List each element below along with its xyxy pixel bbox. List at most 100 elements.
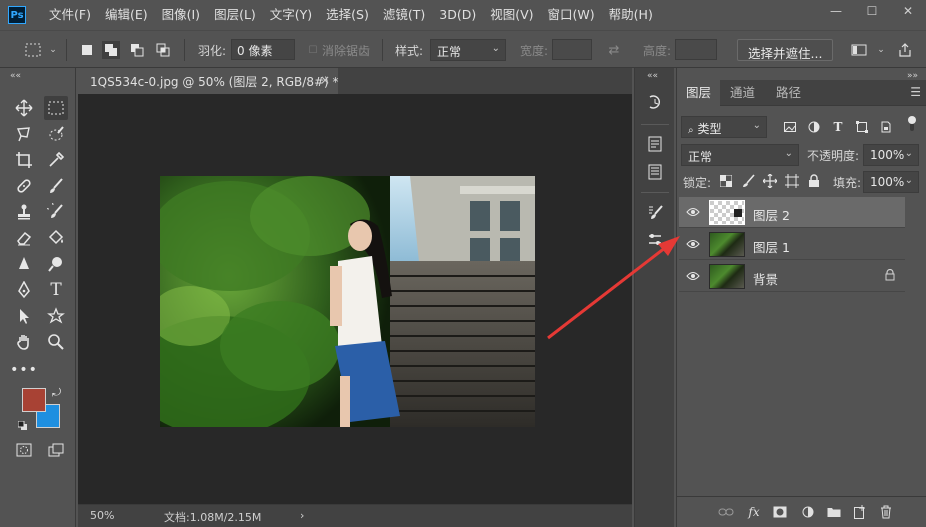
lock-position-icon[interactable] [761, 172, 779, 190]
workspace-chevron-icon[interactable]: ⌄ [872, 41, 890, 59]
screen-mode-icon[interactable] [44, 438, 68, 462]
new-group-icon[interactable] [825, 503, 843, 521]
document-image[interactable] [160, 176, 535, 427]
rect-marquee-tool-icon[interactable] [44, 96, 68, 120]
menu-file[interactable]: 文件(F) [42, 0, 98, 30]
menu-layer[interactable]: 图层(L) [207, 0, 263, 30]
height-input[interactable] [675, 39, 717, 60]
layer-name[interactable]: 图层 2 [753, 205, 790, 224]
filter-type-icon[interactable]: T [829, 118, 847, 136]
intersect-selection-icon[interactable] [154, 41, 172, 59]
adjustments-panel-icon[interactable] [643, 228, 667, 252]
expand-panels-icon[interactable]: «« [647, 71, 658, 81]
crop-tool-icon[interactable] [12, 148, 36, 172]
layer-filter-select[interactable]: ⌕ 类型 ⌄ [681, 116, 767, 138]
new-adjustment-layer-icon[interactable] [799, 503, 817, 521]
fill-input[interactable]: 100% ⌄ [863, 171, 919, 193]
status-menu-arrow[interactable]: › [300, 509, 304, 522]
preset-chevron-icon[interactable]: ⌄ [44, 41, 62, 59]
tab-channels[interactable]: 通道 [721, 80, 764, 106]
type-tool-icon[interactable]: T [44, 278, 68, 302]
add-to-selection-icon[interactable] [102, 41, 120, 59]
layer-style-icon[interactable]: fx [745, 503, 763, 521]
filter-pixel-icon[interactable] [781, 118, 799, 136]
menu-window[interactable]: 窗口(W) [541, 0, 602, 30]
layer-row-layer2[interactable]: 图层 2 [679, 197, 905, 228]
path-select-tool-icon[interactable] [12, 304, 36, 328]
close-tab-icon[interactable]: × [320, 73, 330, 87]
move-tool-icon[interactable] [12, 96, 36, 120]
opacity-input[interactable]: 100% ⌄ [863, 144, 919, 166]
subtract-selection-icon[interactable] [128, 41, 146, 59]
collapse-toolbar-icon[interactable]: «« [10, 71, 21, 81]
close-button[interactable]: ✕ [890, 0, 926, 22]
properties-panel-icon[interactable] [643, 132, 667, 156]
blend-mode-select[interactable]: 正常 ⌄ [681, 144, 799, 166]
healing-brush-tool-icon[interactable] [12, 174, 36, 198]
rect-marquee-preset-icon[interactable] [24, 41, 42, 59]
zoom-tool-icon[interactable] [44, 330, 68, 354]
menu-view[interactable]: 视图(V) [483, 0, 540, 30]
eyedropper-tool-icon[interactable] [44, 148, 68, 172]
foreground-color-swatch[interactable] [22, 388, 46, 412]
layer-row-background[interactable]: 背景 [679, 261, 905, 292]
pen-tool-icon[interactable] [12, 278, 36, 302]
swap-dimensions-icon[interactable]: ⇄ [605, 41, 623, 59]
visibility-eye-icon[interactable] [685, 269, 701, 283]
filter-adjustment-icon[interactable] [805, 118, 823, 136]
hand-tool-icon[interactable] [12, 330, 36, 354]
libraries-panel-icon[interactable] [643, 160, 667, 184]
visibility-eye-icon[interactable] [685, 205, 701, 219]
zoom-level[interactable]: 50% [90, 509, 114, 522]
minimize-button[interactable]: — [818, 0, 854, 22]
select-and-mask-button[interactable]: 选择并遮住... [737, 39, 834, 61]
width-input[interactable] [552, 39, 592, 60]
workspace-icon[interactable] [850, 41, 868, 59]
filter-toggle[interactable] [907, 115, 917, 133]
lock-all-icon[interactable] [805, 172, 823, 190]
clone-stamp-tool-icon[interactable] [12, 200, 36, 224]
panel-menu-icon[interactable]: ☰ [910, 85, 921, 99]
style-select[interactable]: 正常 ⌄ [430, 39, 506, 61]
layer-row-layer1[interactable]: 图层 1 [679, 229, 905, 260]
quick-select-tool-icon[interactable] [44, 122, 68, 146]
share-icon[interactable] [896, 41, 914, 59]
eraser-tool-icon[interactable] [12, 226, 36, 250]
feather-input[interactable]: 0 像素 [231, 39, 295, 60]
lock-image-pixels-icon[interactable] [739, 172, 757, 190]
document-tab[interactable]: 1QS534c-0.jpg @ 50% (图层 2, RGB/8#) * × [78, 68, 339, 94]
layer-name[interactable]: 图层 1 [753, 237, 790, 256]
link-layers-icon[interactable] [717, 503, 735, 521]
layer-name[interactable]: 背景 [753, 269, 778, 288]
history-panel-icon[interactable] [643, 90, 667, 114]
brush-tool-icon[interactable] [44, 174, 68, 198]
default-colors-icon[interactable] [17, 420, 28, 430]
menu-3d[interactable]: 3D(D) [432, 0, 483, 30]
brush-settings-icon[interactable] [643, 200, 667, 224]
menu-edit[interactable]: 编辑(E) [98, 0, 155, 30]
filter-smart-object-icon[interactable] [877, 118, 895, 136]
filter-shape-icon[interactable] [853, 118, 871, 136]
quick-mask-icon[interactable] [12, 438, 36, 462]
lock-transparent-pixels-icon[interactable] [717, 172, 735, 190]
more-tools-icon[interactable]: ••• [10, 358, 37, 382]
lasso-tool-icon[interactable] [12, 122, 36, 146]
tab-paths[interactable]: 路径 [767, 80, 810, 106]
visibility-eye-icon[interactable] [685, 237, 701, 251]
lock-artboard-icon[interactable] [783, 172, 801, 190]
swap-colors-icon[interactable]: ⤾ [52, 386, 61, 400]
new-selection-icon[interactable] [78, 41, 96, 59]
history-brush-tool-icon[interactable] [44, 200, 68, 224]
delete-layer-icon[interactable] [877, 503, 895, 521]
custom-shape-tool-icon[interactable] [44, 304, 68, 328]
antialias-checkbox[interactable]: ☐ [304, 41, 322, 59]
blur-tool-icon[interactable] [12, 252, 36, 276]
maximize-button[interactable]: ☐ [854, 0, 890, 22]
paint-bucket-tool-icon[interactable] [44, 226, 68, 250]
menu-help[interactable]: 帮助(H) [602, 0, 660, 30]
dodge-tool-icon[interactable] [44, 252, 68, 276]
tab-layers[interactable]: 图层 [677, 80, 721, 106]
menu-image[interactable]: 图像(I) [155, 0, 207, 30]
new-layer-icon[interactable] [851, 503, 869, 521]
menu-filter[interactable]: 滤镜(T) [376, 0, 432, 30]
